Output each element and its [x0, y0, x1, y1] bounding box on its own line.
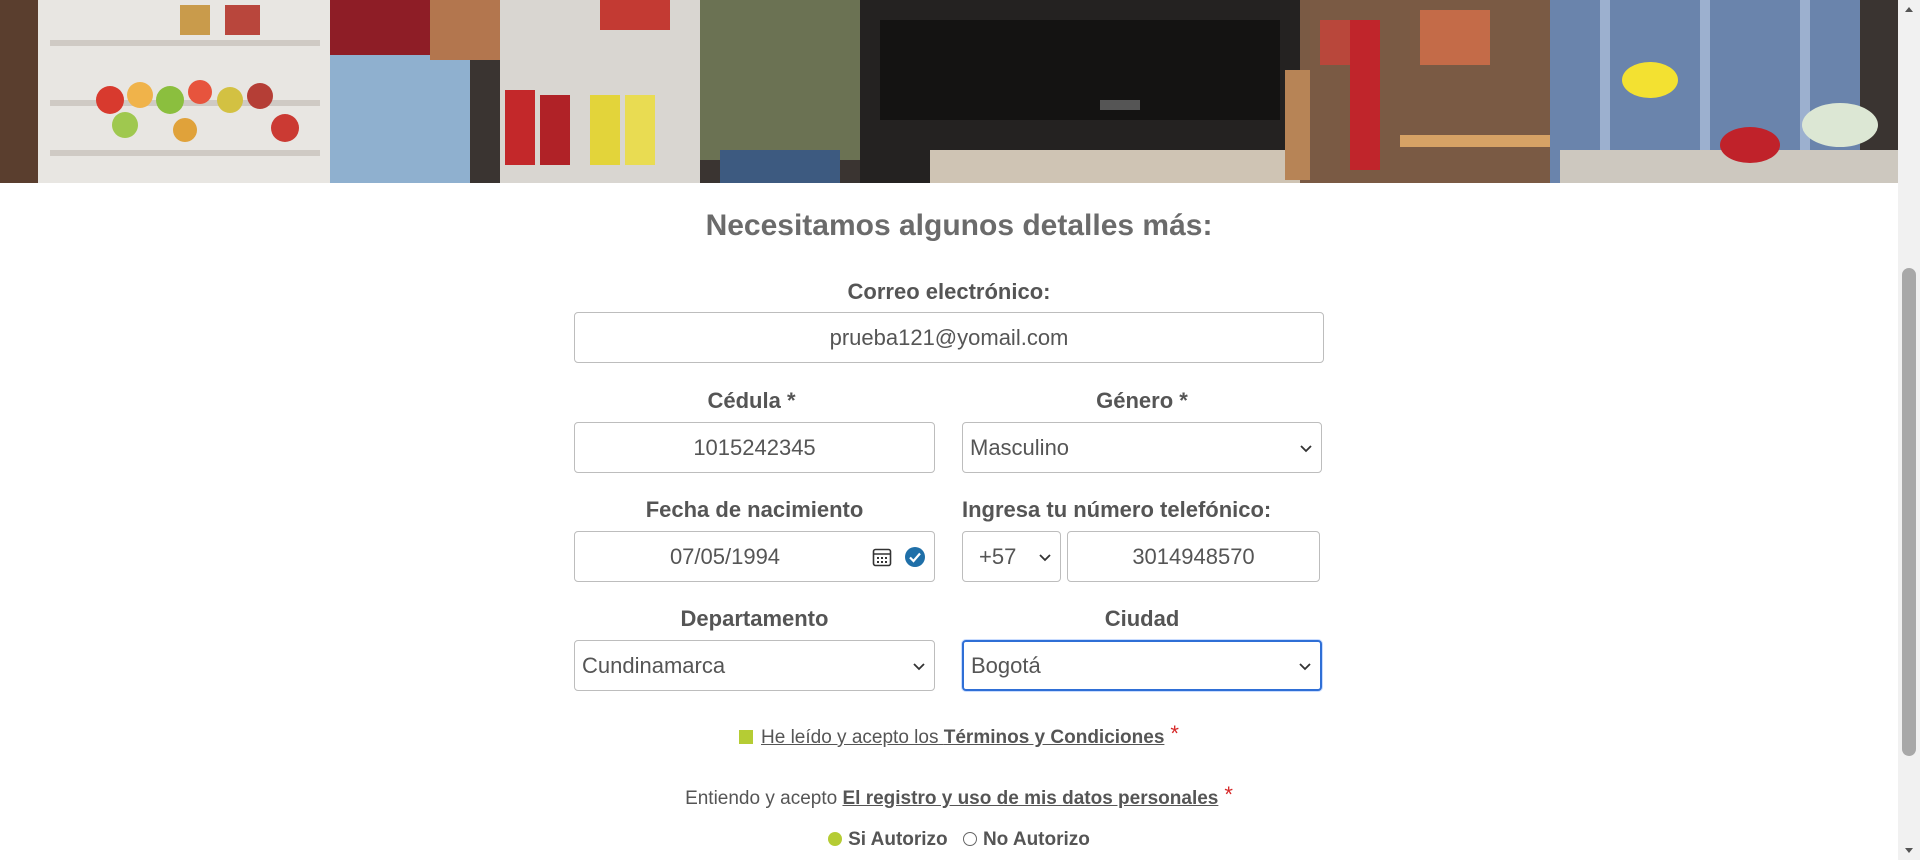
cedula-label: Cédula * — [707, 388, 796, 413]
email-label: Correo electrónico: — [847, 279, 1051, 304]
chevron-down-icon — [1300, 444, 1312, 452]
scroll-up-arrow-icon[interactable] — [1898, 0, 1920, 18]
email-field[interactable]: prueba121@yomail.com — [574, 312, 1324, 363]
genero-value: Masculino — [970, 434, 1070, 460]
data-consent-link[interactable]: El registro y uso de mis datos personale… — [842, 788, 1218, 809]
terms-row: He leído y acepto los Términos y Condici… — [0, 721, 1898, 749]
vertical-scrollbar[interactable] — [1898, 0, 1920, 860]
check-circle-icon — [905, 546, 925, 567]
birthdate-value: 07/05/1994 — [669, 543, 781, 569]
page: Necesitamos algunos detalles más: Correo… — [0, 0, 1898, 860]
departamento-select[interactable]: Cundinamarca — [574, 640, 935, 691]
ciudad-select[interactable]: Bogotá — [962, 640, 1322, 691]
page-title: Necesitamos algunos detalles más: — [705, 209, 1213, 242]
birthdate-field[interactable]: 07/05/1994 — [574, 531, 935, 582]
terms-prefix[interactable]: He leído y acepto los Términos y Condici… — [761, 727, 1164, 748]
scrollbar-thumb[interactable] — [1902, 268, 1916, 756]
terms-checkbox[interactable] — [739, 730, 754, 744]
hero-banner-image — [0, 0, 1898, 183]
departamento-label: Departamento — [680, 606, 829, 631]
fecha-label: Fecha de nacimiento — [645, 497, 864, 522]
phone-field[interactable]: 3014948570 — [1067, 531, 1320, 582]
ciudad-label: Ciudad — [1104, 606, 1180, 631]
phone-code-select[interactable]: +57 — [962, 531, 1061, 582]
genero-label: Género * — [1096, 388, 1188, 413]
genero-select[interactable]: Masculino — [962, 422, 1322, 473]
phone-value: 3014948570 — [1132, 543, 1255, 569]
terms-link[interactable]: Términos y Condiciones — [944, 727, 1165, 748]
chevron-down-icon — [1039, 553, 1051, 561]
chevron-down-icon — [913, 662, 925, 670]
ciudad-value: Bogotá — [971, 652, 1041, 678]
radio-selected-icon — [828, 832, 843, 846]
radio-unselected-icon — [962, 832, 977, 846]
authorize-yes-radio[interactable]: Si Autorizo — [828, 829, 948, 850]
data-consent-prefix: Entiendo y acepto — [685, 788, 838, 809]
cedula-value: 1015242345 — [693, 434, 816, 460]
email-value: prueba121@yomail.com — [829, 324, 1069, 350]
departamento-value: Cundinamarca — [582, 652, 726, 678]
scroll-down-arrow-icon[interactable] — [1898, 842, 1920, 860]
terms-required-mark: * — [1170, 721, 1179, 746]
data-consent-required-mark: * — [1224, 782, 1233, 807]
calendar-icon[interactable] — [872, 547, 892, 567]
telefono-label: Ingresa tu número telefónico: — [962, 497, 1272, 522]
authorize-radio-group: Si Autorizo No Autorizo — [0, 829, 1898, 851]
cedula-field[interactable]: 1015242345 — [574, 422, 935, 473]
data-consent-row: Entiendo y acepto El registro y uso de m… — [0, 782, 1898, 810]
phone-code-value: +57 — [979, 543, 1017, 569]
authorize-no-radio[interactable]: No Autorizo — [962, 829, 1090, 850]
chevron-down-icon — [1299, 662, 1311, 670]
